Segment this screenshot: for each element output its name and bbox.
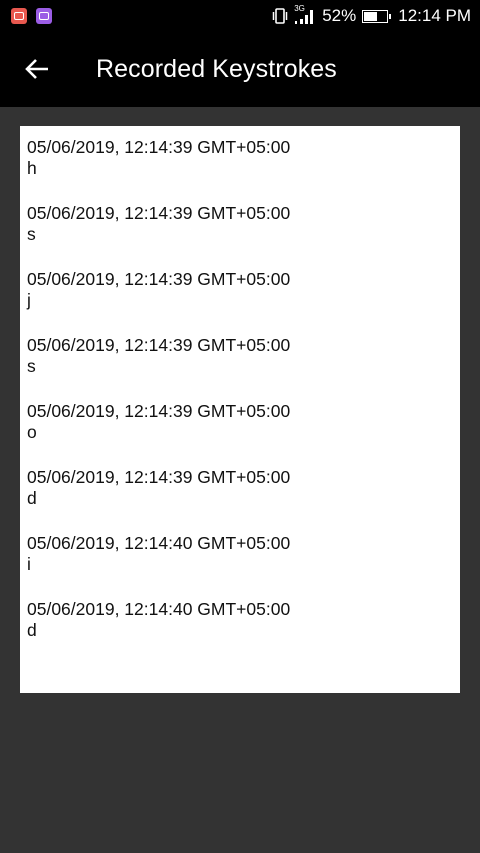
keystroke-timestamp: 05/06/2019, 12:14:39 GMT+05:00 xyxy=(27,401,291,421)
vibrate-icon xyxy=(272,7,288,25)
list-item: 05/06/2019, 12:14:40 GMT+05:00 d xyxy=(27,599,290,641)
keystroke-key: s xyxy=(27,356,36,376)
battery-percent: 52% xyxy=(322,6,357,25)
list-item: 05/06/2019, 12:14:39 GMT+05:00 s xyxy=(27,203,290,245)
page-title: Recorded Keystrokes xyxy=(96,55,337,83)
keystroke-timestamp: 05/06/2019, 12:14:40 GMT+05:00 xyxy=(27,533,291,553)
keystroke-timestamp: 05/06/2019, 12:14:39 GMT+05:00 xyxy=(27,335,291,355)
list-item: 05/06/2019, 12:14:39 GMT+05:00 j xyxy=(27,269,290,311)
keystroke-list: 05/06/2019, 12:14:39 GMT+05:00 h 05/06/201… xyxy=(20,126,460,693)
keystroke-key: j xyxy=(27,290,31,310)
keystroke-key: s xyxy=(27,224,36,244)
clock: 12:14 PM xyxy=(398,6,471,25)
list-item: 05/06/2019, 12:14:39 GMT+05:00 h xyxy=(27,137,290,179)
keystroke-key: h xyxy=(27,158,37,178)
keystroke-timestamp: 05/06/2019, 12:14:40 GMT+05:00 xyxy=(27,599,291,619)
arrow-left-icon xyxy=(25,59,48,79)
status-bar: 3G 52% 12:14 PM xyxy=(0,0,480,32)
notification-icon-gallery xyxy=(36,8,52,24)
signal-icon: 3G xyxy=(294,4,316,26)
notification-icon-mail xyxy=(11,8,27,24)
keystroke-key: d xyxy=(27,488,37,508)
keystroke-key: i xyxy=(27,554,31,574)
status-indicators: 3G 52% 12:14 PM xyxy=(272,0,471,32)
keystroke-timestamp: 05/06/2019, 12:14:39 GMT+05:00 xyxy=(27,137,291,157)
back-button[interactable] xyxy=(22,54,52,84)
keystroke-key: d xyxy=(27,620,37,640)
keystroke-timestamp: 05/06/2019, 12:14:39 GMT+05:00 xyxy=(27,269,291,289)
keystroke-key: o xyxy=(27,422,37,442)
list-item: 05/06/2019, 12:14:39 GMT+05:00 s xyxy=(27,335,290,377)
battery-icon xyxy=(362,9,392,23)
list-item: 05/06/2019, 12:14:39 GMT+05:00 o xyxy=(27,401,290,443)
app-bar: Recorded Keystrokes xyxy=(0,32,480,107)
list-item: 05/06/2019, 12:14:39 GMT+05:00 d xyxy=(27,467,290,509)
list-item: 05/06/2019, 12:14:40 GMT+05:00 i xyxy=(27,533,290,575)
keystroke-timestamp: 05/06/2019, 12:14:39 GMT+05:00 xyxy=(27,467,291,487)
keystroke-timestamp: 05/06/2019, 12:14:39 GMT+05:00 xyxy=(27,203,291,223)
